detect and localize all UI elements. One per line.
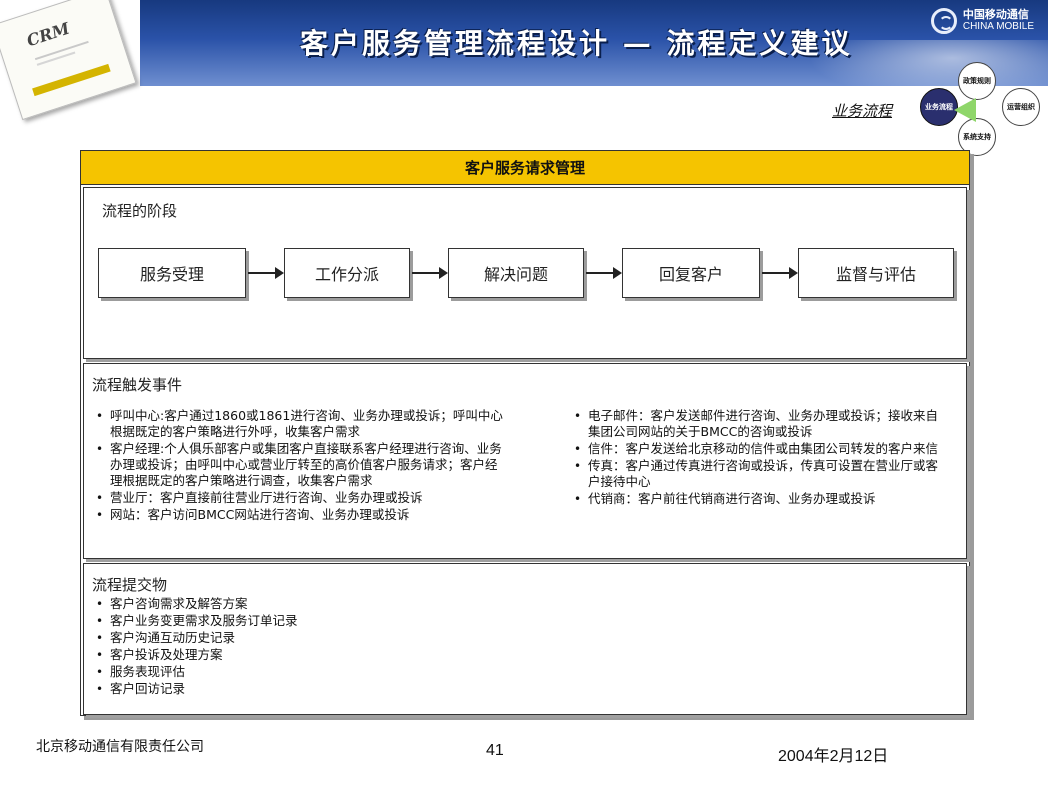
brand: 中国移动通信 CHINA MOBILE [930,8,1034,34]
list-item: 客户投诉及处理方案 [92,647,512,663]
list-item: 客户业务变更需求及服务订单记录 [92,613,512,629]
list-item: 网站：客户访问BMCC网站进行咨询、业务办理或投诉 [92,507,504,523]
page-title: 客户服务管理流程设计 — 流程定义建议 [300,27,853,60]
main-panel: 客户服务请求管理 流程的阶段 服务受理 工作分派 解决问题 回复客户 监督与评估… [80,150,970,716]
node-business: 业务流程 [920,88,958,126]
context-label: 业务流程 [832,102,893,120]
triggers-section: 流程触发事件 呼叫中心:客户通过1860或1861进行咨询、业务办理或投诉；呼叫… [83,363,967,559]
list-item: 客户回访记录 [92,681,512,697]
triggers-title: 流程触发事件 [92,376,183,394]
triggers-list-left: 呼叫中心:客户通过1860或1861进行咨询、业务办理或投诉；呼叫中心根据既定的… [92,408,504,524]
brand-name-en: CHINA MOBILE [962,21,1034,32]
stage-box: 监督与评估 [798,248,954,298]
crm-label: CRM [24,18,72,51]
list-item: 传真：客户通过传真进行咨询或投诉，传真可设置在营业厅或客户接待中心 [570,458,950,490]
list-item: 营业厅：客户直接前往营业厅进行咨询、业务办理或投诉 [92,490,504,506]
list-item: 客户沟通互动历史记录 [92,630,512,646]
node-policy: 政策规则 [958,62,996,100]
stage-box: 服务受理 [98,248,246,298]
context-diagram: 政策规则 业务流程 运营组织 系统支持 [912,62,1048,158]
stage-box: 工作分派 [284,248,410,298]
stage-box: 解决问题 [448,248,584,298]
china-mobile-logo-icon [930,8,957,34]
brand-name-cn: 中国移动通信 [962,9,1029,21]
list-item: 代销商：客户前往代销商进行咨询、业务办理或投诉 [570,491,950,507]
list-item: 电子邮件：客户发送邮件进行咨询、业务办理或投诉；接收来自集团公司网站的关于BMC… [570,408,950,440]
arrow-right-icon [248,267,284,279]
deliverables-section: 流程提交物 客户咨询需求及解答方案 客户业务变更需求及服务订单记录 客户沟通互动… [83,563,967,715]
footer-date: 2004年2月12日 [778,748,889,765]
node-operations: 运营组织 [1002,88,1040,126]
stage-box: 回复客户 [622,248,760,298]
deliverables-title: 流程提交物 [92,576,168,594]
arrow-right-icon [762,267,798,279]
deliverables-list: 客户咨询需求及解答方案 客户业务变更需求及服务订单记录 客户沟通互动历史记录 客… [92,596,512,698]
arrow-right-icon [412,267,448,279]
stages-title: 流程的阶段 [102,202,178,220]
list-item: 信件：客户发送给北京移动的信件或由集团公司转发的客户来信 [570,441,950,457]
page-number: 41 [486,742,504,759]
green-arrow-icon [954,98,976,122]
list-item: 客户咨询需求及解答方案 [92,596,512,612]
arrow-right-icon [586,267,622,279]
list-item: 服务表现评估 [92,664,512,680]
triggers-list-right: 电子邮件：客户发送邮件进行咨询、业务办理或投诉；接收来自集团公司网站的关于BMC… [570,408,950,508]
panel-title: 客户服务请求管理 [81,151,969,185]
list-item: 客户经理:个人俱乐部客户或集团客户直接联系客户经理进行咨询、业务办理或投诉；由呼… [92,441,504,489]
list-item: 呼叫中心:客户通过1860或1861进行咨询、业务办理或投诉；呼叫中心根据既定的… [92,408,504,440]
crm-document-thumbnail: CRM [0,0,137,121]
stages-section: 流程的阶段 服务受理 工作分派 解决问题 回复客户 监督与评估 [83,187,967,359]
footer-company: 北京移动通信有限责任公司 [36,739,204,755]
